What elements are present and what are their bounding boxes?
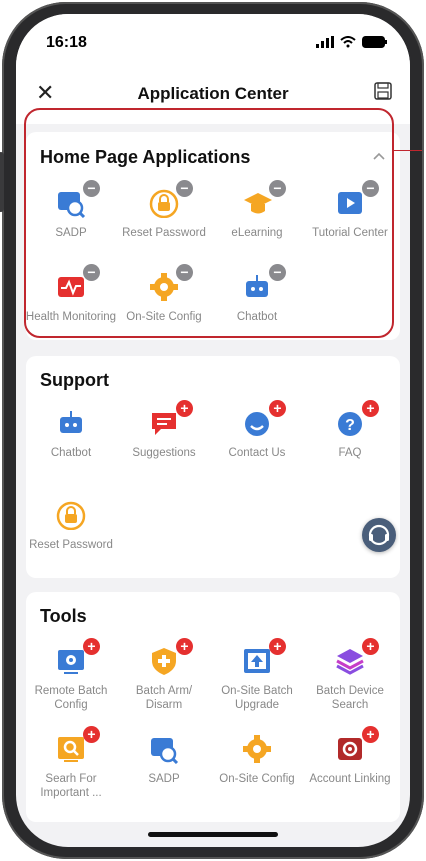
support-title: Support [40,370,109,390]
gear-config-icon [242,734,272,764]
add-badge[interactable]: + [362,400,379,417]
remote-config-icon: + [56,638,100,676]
app-label: Batch Device Search [316,685,384,711]
app-sadp[interactable]: SADP [118,734,210,786]
app-contact-us[interactable]: + Contact Us [211,400,303,460]
app-search-important[interactable]: + Searh For Important ... [25,726,117,800]
app-remote-batch-config[interactable]: + Remote Batch Config [25,638,117,712]
status-icons [316,36,388,48]
link-device-icon: + [335,726,379,764]
app-label: FAQ [338,447,362,459]
signal-icon [316,36,334,48]
floating-support-button[interactable] [362,518,396,552]
app-label: Account Linking [309,773,391,785]
app-label: Reset Password [29,539,113,551]
add-badge[interactable]: + [362,726,379,743]
annotation-highlight [24,108,394,338]
app-faq[interactable]: ? + FAQ [304,400,396,460]
tools-title: Tools [40,606,87,626]
svg-text:?: ? [345,417,355,434]
app-batch-arm-disarm[interactable]: + Batch Arm/ Disarm [118,638,210,712]
app-on-site-batch-upgrade[interactable]: + On-Site Batch Upgrade [211,638,303,712]
app-batch-device-search[interactable]: + Batch Device Search [304,638,396,712]
lock-reset-icon [56,500,86,531]
home-indicator [148,832,278,837]
app-label: Chatbot [50,447,92,459]
add-badge[interactable]: + [269,400,286,417]
app-on-site-config[interactable]: On-Site Config [211,734,303,786]
app-suggestions[interactable]: + Suggestions [118,400,210,460]
app-account-linking[interactable]: + Account Linking [304,726,396,786]
app-reset-password[interactable]: Reset Password [25,500,117,552]
battery-icon [362,36,387,48]
add-badge[interactable]: + [176,400,193,417]
add-badge[interactable]: + [176,638,193,655]
app-label: Suggestions [132,447,196,459]
app-label: Contact Us [228,447,286,459]
support-card: Support Chatbot + Suggestions + Contact … [26,356,400,578]
page-title: Application Center [137,84,289,103]
headset-icon: + [242,400,286,438]
add-badge[interactable]: + [362,638,379,655]
save-icon[interactable] [374,82,392,105]
search-device-icon [149,734,179,765]
headset-icon [368,524,390,546]
annotation-leader-line [392,150,422,151]
status-bar: 16:18 [16,14,410,64]
app-label: Remote Batch Config [34,685,108,711]
add-badge[interactable]: + [83,726,100,743]
layers-icon: + [335,638,379,676]
add-badge[interactable]: + [269,638,286,655]
chat-bubble-icon: + [149,400,193,438]
add-badge[interactable]: + [83,638,100,655]
question-icon: ? + [335,400,379,438]
app-label: On-Site Batch Upgrade [221,685,293,711]
tools-card: Tools + Remote Batch Config + Batch Arm/… [26,592,400,822]
app-label: On-Site Config [219,773,295,785]
search-box-icon: + [56,726,100,764]
status-time: 16:18 [46,34,87,51]
app-label: Batch Arm/ Disarm [135,685,193,711]
app-chatbot[interactable]: Chatbot [25,408,117,460]
app-label: SADP [148,773,180,785]
robot-icon [56,408,86,438]
shield-icon: + [149,638,193,676]
app-label: Searh For Important ... [40,773,102,799]
upgrade-icon: + [242,638,286,676]
wifi-icon [340,36,356,48]
